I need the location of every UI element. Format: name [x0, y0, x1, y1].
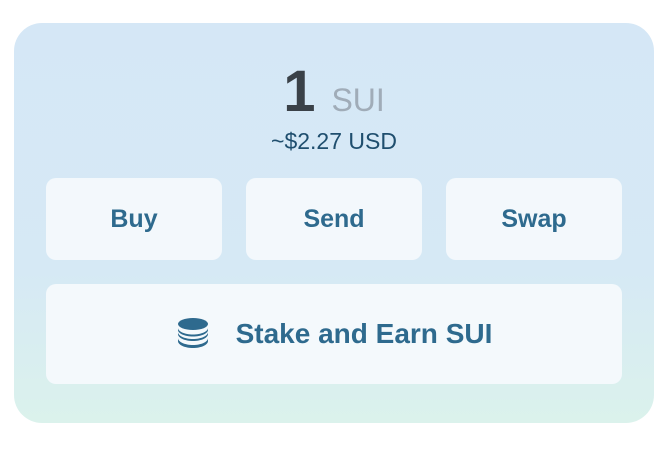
balance-usd-value: ~$2.27 USD [271, 128, 397, 154]
coins-stack-icon [176, 317, 210, 351]
buy-button-label: Buy [110, 204, 158, 233]
send-button-label: Send [303, 204, 365, 233]
stake-and-earn-button[interactable]: Stake and Earn SUI [46, 284, 622, 384]
wallet-balance-card: 1 SUI ~$2.27 USD Buy Send Swap Stake and… [14, 23, 654, 423]
buy-button[interactable]: Buy [46, 178, 222, 260]
send-button[interactable]: Send [246, 178, 422, 260]
stake-and-earn-label: Stake and Earn SUI [235, 318, 493, 349]
balance-amount: 1 [283, 59, 316, 124]
balance-unit: SUI [331, 82, 385, 118]
balance-row: 1 SUI [14, 63, 654, 121]
swap-button[interactable]: Swap [446, 178, 622, 260]
swap-button-label: Swap [501, 204, 567, 233]
